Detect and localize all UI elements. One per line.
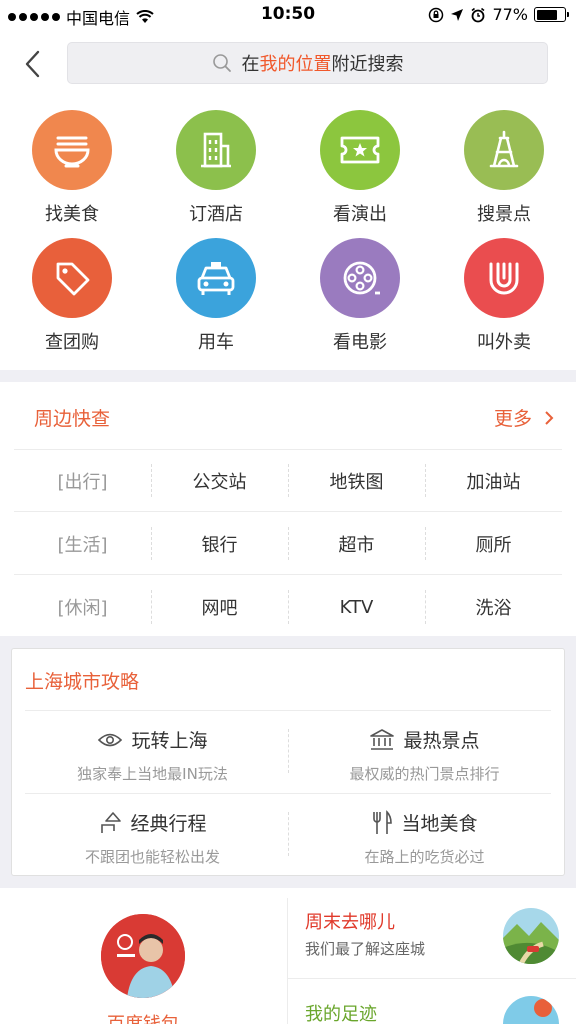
search-bar[interactable]: 在我的位置附近搜索 bbox=[67, 42, 548, 84]
category-label: 看电影 bbox=[333, 332, 387, 353]
chevron-right-icon bbox=[545, 410, 554, 425]
footprint-title[interactable]: 我的足迹 bbox=[305, 1000, 377, 1024]
category-show[interactable]: 看演出 bbox=[288, 110, 432, 226]
divider bbox=[288, 978, 576, 979]
category-label: 搜景点 bbox=[477, 204, 531, 225]
wallet-promo-image bbox=[101, 914, 185, 998]
landscape-image bbox=[503, 908, 559, 964]
city-guide-title: 上海城市攻略 bbox=[25, 671, 140, 693]
category-label: 看演出 bbox=[333, 204, 387, 225]
ticket-icon bbox=[320, 110, 400, 190]
category-food[interactable]: 找美食 bbox=[0, 110, 144, 226]
building-icon bbox=[176, 110, 256, 190]
battery-level bbox=[536, 9, 558, 20]
category-car[interactable]: 用车 bbox=[144, 238, 288, 354]
taxi-icon bbox=[176, 238, 256, 318]
noodle-bowl-icon bbox=[32, 110, 112, 190]
category-takeout[interactable]: 叫外卖 bbox=[432, 238, 576, 354]
status-bar: 中国电信 10:50 77% bbox=[0, 0, 576, 30]
nearby-item[interactable]: 加油站 bbox=[425, 450, 562, 511]
film-reel-icon bbox=[320, 238, 400, 318]
category-label: 找美食 bbox=[45, 204, 99, 225]
footprint-thumbnail[interactable] bbox=[503, 996, 559, 1024]
guide-item-subtitle: 不跟团也能轻松出发 bbox=[84, 848, 220, 866]
battery-icon bbox=[534, 7, 569, 22]
guide-item-subtitle: 在路上的吃货必过 bbox=[364, 848, 485, 866]
weekend-title[interactable]: 周末去哪儿 bbox=[305, 908, 395, 934]
fork-knife-icon bbox=[373, 809, 393, 834]
wallet-avatar[interactable] bbox=[101, 914, 185, 998]
rotation-lock-icon bbox=[429, 7, 444, 22]
location-arrow-icon bbox=[451, 8, 464, 21]
nearby-quick-search: 周边快查 更多 [出行] 公交站 地铁图 加油站 [生活] 银行 超市 厕所 [… bbox=[0, 382, 576, 636]
nearby-title: 周边快查 bbox=[34, 408, 111, 430]
category-movie[interactable]: 看电影 bbox=[288, 238, 432, 354]
nearby-row-life: [生活] 银行 超市 厕所 bbox=[14, 513, 562, 575]
my-location-highlight: 我的位置 bbox=[259, 54, 332, 75]
category-scenic[interactable]: 搜景点 bbox=[432, 110, 576, 226]
footprint-image bbox=[503, 996, 559, 1024]
wallet-label[interactable]: 百度钱包 bbox=[70, 1010, 216, 1024]
weekend-subtitle: 我们最了解这座城 bbox=[305, 940, 426, 958]
row-category-label: [出行] bbox=[57, 471, 108, 493]
nearby-item[interactable]: 超市 bbox=[288, 513, 425, 574]
category-label: 用车 bbox=[198, 332, 234, 353]
divider bbox=[288, 729, 289, 773]
divider bbox=[287, 898, 288, 1024]
nearby-item[interactable]: 银行 bbox=[151, 513, 288, 574]
alarm-icon bbox=[471, 7, 485, 22]
category-groupbuy[interactable]: 查团购 bbox=[0, 238, 144, 354]
divider bbox=[25, 710, 551, 711]
nearby-row-leisure: [休闲] 网吧 KTV 洗浴 bbox=[14, 576, 562, 638]
guide-item-title: 最热景点 bbox=[403, 730, 480, 752]
nearby-item[interactable]: 公交站 bbox=[151, 450, 288, 511]
weekend-thumbnail[interactable] bbox=[503, 908, 559, 964]
tower-icon bbox=[464, 110, 544, 190]
divider bbox=[25, 793, 551, 794]
nearby-item[interactable]: 洗浴 bbox=[425, 576, 562, 638]
row-category-label: [休闲] bbox=[57, 598, 108, 619]
nearby-item[interactable]: KTV bbox=[288, 576, 425, 638]
battery-percent: 77% bbox=[492, 5, 528, 24]
nearby-header: 周边快查 更多 bbox=[14, 382, 562, 450]
tag-icon bbox=[32, 238, 112, 318]
header: 在我的位置附近搜索 bbox=[0, 30, 576, 98]
takeout-icon bbox=[464, 238, 544, 318]
nearby-item[interactable]: 厕所 bbox=[425, 513, 562, 574]
city-guide-card: 上海城市攻略 玩转上海 独家奉上当地最IN玩法 最热景点 最权威的热门景点排行 … bbox=[11, 648, 565, 876]
guide-item-title: 经典行程 bbox=[130, 813, 207, 835]
bottom-section: 百度钱包 周末去哪儿 我们最了解这座城 我的足迹 bbox=[0, 888, 576, 1024]
nearby-item[interactable]: 网吧 bbox=[151, 576, 288, 638]
guide-item-title: 当地美食 bbox=[401, 813, 478, 835]
landmark-icon bbox=[370, 728, 395, 750]
search-placeholder: 在我的位置附近搜索 bbox=[241, 54, 404, 75]
status-icons: 77% bbox=[428, 5, 569, 24]
back-arrow-icon[interactable] bbox=[18, 46, 48, 82]
guide-item-subtitle: 最权威的热门景点排行 bbox=[349, 765, 500, 783]
guide-item-hot-scenic[interactable]: 最热景点 最权威的热门景点排行 bbox=[292, 726, 557, 784]
search-icon bbox=[212, 54, 231, 72]
category-grid: 找美食 订酒店 看演出 搜景点 查团购 用车 看电影 叫外卖 bbox=[0, 98, 576, 370]
more-link[interactable]: 更多 bbox=[494, 404, 554, 431]
guide-item-local-food[interactable]: 当地美食 在路上的吃货必过 bbox=[292, 809, 557, 867]
category-label: 查团购 bbox=[45, 332, 99, 353]
eye-icon bbox=[98, 733, 123, 746]
guide-item-fun[interactable]: 玩转上海 独家奉上当地最IN玩法 bbox=[20, 726, 285, 784]
route-icon bbox=[101, 811, 122, 833]
category-label: 叫外卖 bbox=[477, 332, 531, 353]
row-category-label: [生活] bbox=[57, 534, 108, 556]
guide-item-title: 玩转上海 bbox=[131, 730, 208, 752]
guide-item-itinerary[interactable]: 经典行程 不跟团也能轻松出发 bbox=[20, 809, 285, 867]
nearby-item[interactable]: 地铁图 bbox=[288, 450, 425, 511]
category-label: 订酒店 bbox=[189, 204, 243, 225]
nearby-row-transport: [出行] 公交站 地铁图 加油站 bbox=[14, 450, 562, 512]
divider bbox=[288, 812, 289, 856]
category-hotel[interactable]: 订酒店 bbox=[144, 110, 288, 226]
guide-item-subtitle: 独家奉上当地最IN玩法 bbox=[77, 765, 228, 783]
